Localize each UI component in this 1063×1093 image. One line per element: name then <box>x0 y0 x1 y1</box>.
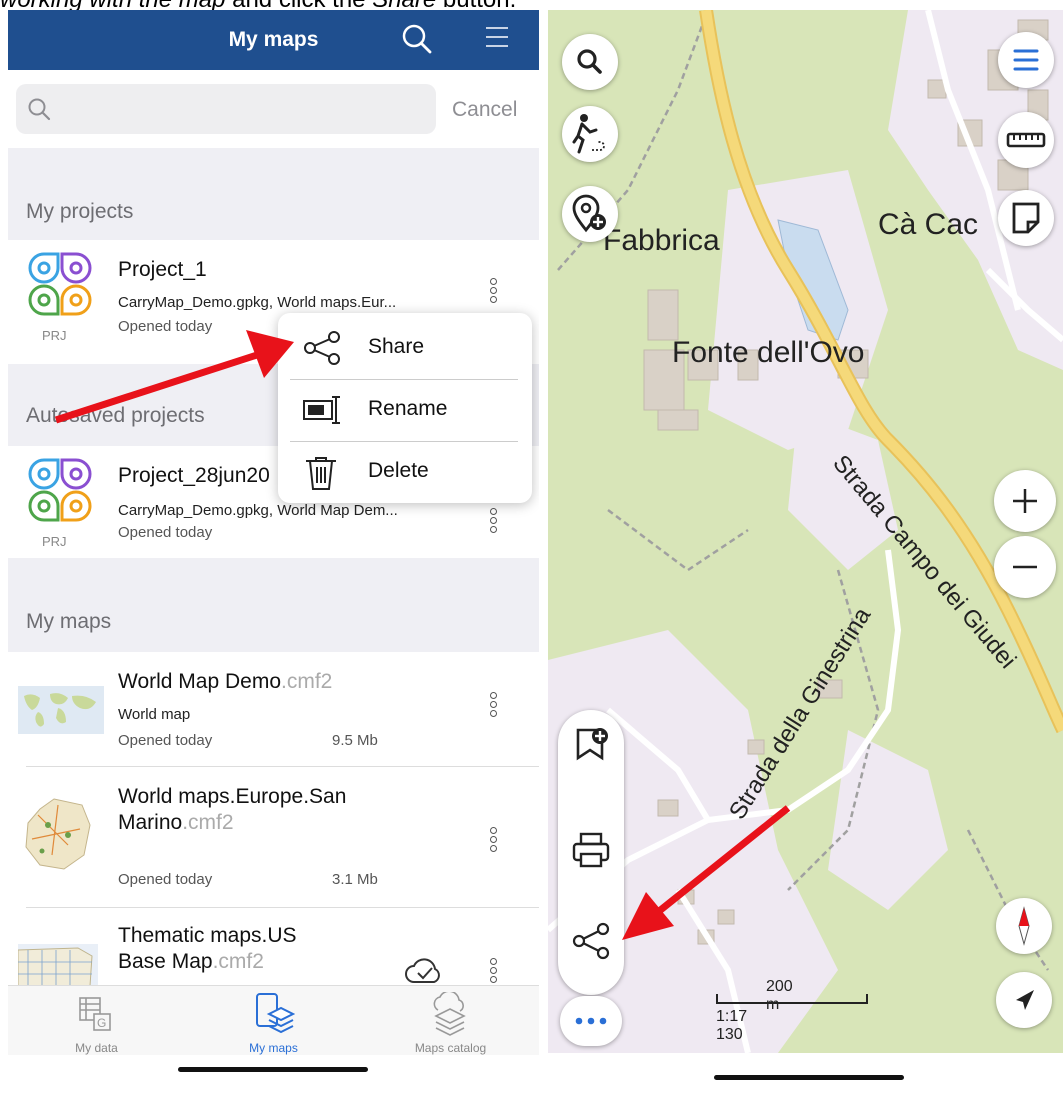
map-menu-button[interactable] <box>998 32 1054 88</box>
project-icon <box>26 456 98 533</box>
compass-button[interactable] <box>996 898 1052 954</box>
cloud-layers-icon <box>428 990 472 1041</box>
more-options-icon[interactable] <box>490 508 498 535</box>
map-description: World map <box>118 706 191 723</box>
map-row[interactable]: World Map Demo.cmf2 World map Opened tod… <box>8 652 539 766</box>
place-label: Fabbrica <box>603 224 720 257</box>
share-menu-item[interactable]: Share <box>278 317 532 379</box>
map-opened: Opened today <box>118 732 213 749</box>
layers-icon <box>253 992 296 1041</box>
map-name: World Map Demo.cmf2 <box>118 670 333 693</box>
map-name: Thematic maps.US <box>118 924 297 947</box>
rename-icon <box>302 393 342 432</box>
measure-button[interactable] <box>998 112 1054 168</box>
more-options-icon[interactable] <box>490 278 498 305</box>
map-thumbnail <box>18 795 96 873</box>
more-options-icon[interactable] <box>490 958 498 985</box>
page-title: My maps <box>228 28 319 51</box>
route-button[interactable] <box>562 106 618 162</box>
map-row[interactable]: World maps.Europe.San Marino.cmf2 Opened… <box>8 767 539 907</box>
home-indicator <box>714 1075 904 1080</box>
more-options-icon[interactable] <box>490 692 498 719</box>
menu-icon[interactable] <box>486 27 508 54</box>
map-view-screen: Fabbrica Cà Cac Fonte dell'Ovo Strada Ca… <box>548 10 1063 1090</box>
map-size: 9.5 Mb <box>332 732 378 749</box>
map-canvas[interactable]: Fabbrica Cà Cac Fonte dell'Ovo Strada Ca… <box>548 10 1063 1053</box>
section-header-projects: My projects <box>8 148 539 240</box>
trash-icon <box>302 455 342 496</box>
rename-menu-item[interactable]: Rename <box>278 379 532 441</box>
add-point-button[interactable] <box>562 186 618 242</box>
map-search-button[interactable] <box>562 34 618 90</box>
home-indicator <box>178 1067 368 1072</box>
tab-maps-catalog[interactable]: Maps catalog <box>362 986 539 1056</box>
map-size: 3.1 Mb <box>332 871 378 888</box>
tab-bar: G My data My maps Maps catalog <box>8 985 539 1055</box>
map-thumbnail <box>18 686 104 734</box>
my-maps-screen: My maps Cancel My projects PRJ Project_1… <box>8 10 539 1085</box>
place-label: Fonte dell'Ovo <box>672 336 865 369</box>
cloud-check-icon <box>404 956 444 986</box>
annotation-arrow <box>622 805 791 940</box>
annotation-arrow <box>54 330 294 424</box>
project-icon <box>26 250 98 327</box>
project-badge: PRJ <box>42 534 67 549</box>
project-name: Project_28jun20 <box>118 464 270 487</box>
scale-line <box>716 994 868 1004</box>
more-button[interactable] <box>560 996 622 1046</box>
more-options-icon[interactable] <box>490 827 498 854</box>
share-icon <box>302 331 342 370</box>
map-opened: Opened today <box>118 871 213 888</box>
search-icon[interactable] <box>400 22 434 61</box>
zoom-in-button[interactable] <box>994 470 1056 532</box>
my-location-button[interactable] <box>996 972 1052 1028</box>
map-thumbnail <box>18 944 98 986</box>
tab-my-maps[interactable]: My maps <box>185 986 362 1056</box>
map-actions-toolbar <box>558 710 624 995</box>
project-files: CarryMap_Demo.gpkg, World maps.Eur... <box>118 294 397 311</box>
map-name-line2: Marino.cmf2 <box>118 811 234 834</box>
map-name-line2: Base Map.cmf2 <box>118 950 264 973</box>
tab-my-data[interactable]: G My data <box>8 986 185 1056</box>
notes-button[interactable] <box>998 190 1054 246</box>
instruction-caption: working with the map and click the Share… <box>0 0 516 13</box>
zoom-out-button[interactable] <box>994 536 1056 598</box>
delete-menu-item[interactable]: Delete <box>278 441 532 503</box>
table-icon: G <box>78 994 114 1039</box>
project-name: Project_1 <box>118 258 207 281</box>
search-icon <box>26 96 52 127</box>
map-name: World maps.Europe.San <box>118 785 347 808</box>
search-input[interactable] <box>16 84 436 134</box>
svg-text:G: G <box>97 1016 106 1030</box>
section-header-maps: My maps <box>8 558 539 652</box>
place-label: Cà Cac <box>878 208 979 241</box>
project-files: CarryMap_Demo.gpkg, World Map Dem... <box>118 502 398 519</box>
map-row[interactable]: Thematic maps.US Base Map.cmf2 <box>8 908 539 986</box>
navigation-bar: My maps <box>8 10 539 70</box>
cancel-button[interactable]: Cancel <box>452 98 517 122</box>
project-opened: Opened today <box>118 524 213 541</box>
context-menu: Share Rename Delete <box>278 313 532 503</box>
